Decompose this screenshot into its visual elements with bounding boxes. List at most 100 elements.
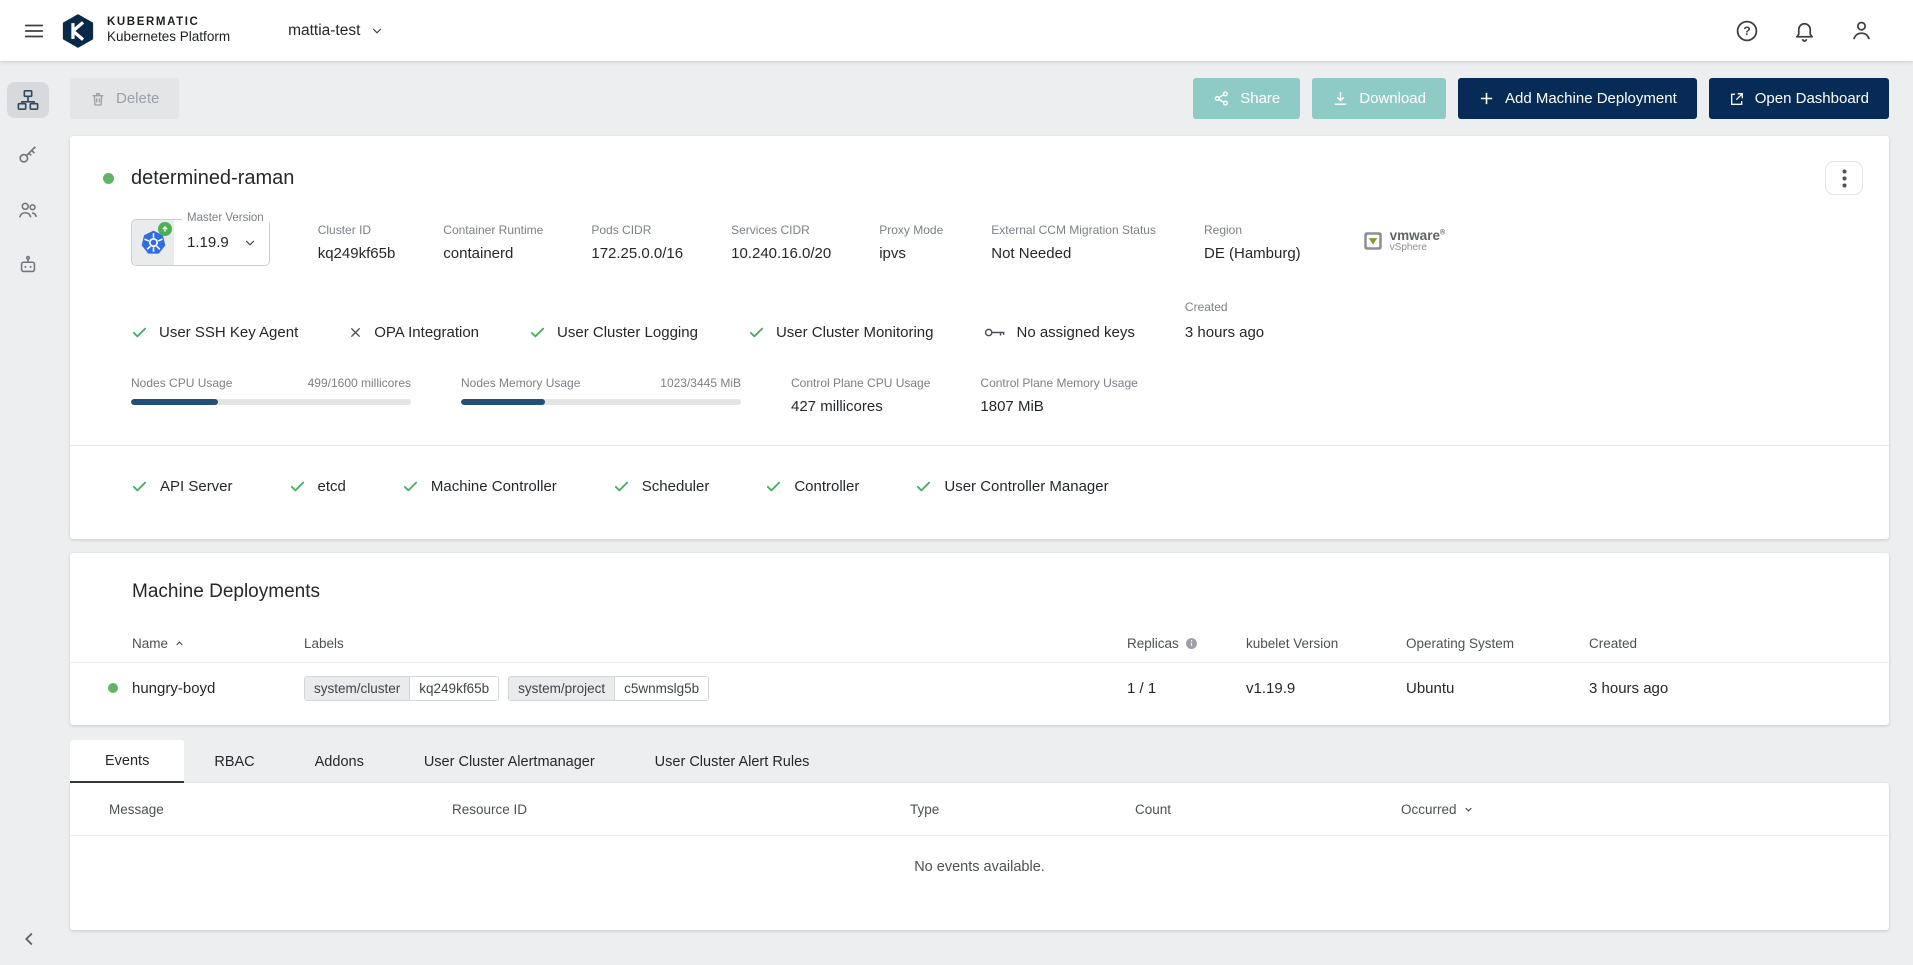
machine-deployments-title: Machine Deployments [132,581,1889,603]
progress-fill [131,399,218,405]
project-selector[interactable]: mattia-test [288,22,384,40]
brand-name: KUBERMATIC [107,16,230,30]
field-label: Container Runtime [443,223,543,237]
project-name: mattia-test [288,22,360,40]
sidebar-item-service-accounts[interactable] [7,247,49,283]
master-version-select[interactable]: Master Version 1.19.9 [131,219,270,266]
vsphere-icon [1363,231,1383,251]
machine-deployment-row[interactable]: hungry-boyd system/cluster kq249kf65b sy… [70,663,1889,713]
feature-user-ssh-key-agent: User SSH Key Agent [131,320,298,344]
kebab-menu-icon[interactable] [1825,161,1863,195]
md-os-cell: Ubuntu [1406,680,1589,697]
sidebar-item-ssh-keys[interactable] [7,137,49,173]
feature-label: User Cluster Monitoring [776,324,934,341]
usage-label: Control Plane Memory Usage [980,376,1137,390]
events-empty-message: No events available. [70,836,1889,905]
add-machine-deployment-button[interactable]: Add Machine Deployment [1458,78,1697,119]
field-external-ccm: External CCM Migration Status Not Needed [991,219,1156,262]
md-name-cell: hungry-boyd [70,680,304,697]
delete-button[interactable]: Delete [70,78,179,119]
label-chip: system/project c5wnmslg5b [508,676,709,701]
field-value: DE (Hamburg) [1204,245,1301,262]
feature-label: OPA Integration [374,324,479,341]
column-header-kubelet-version: kubelet Version [1246,636,1406,651]
members-icon [17,199,39,221]
field-label: Region [1204,223,1301,237]
column-header-resource-id: Resource ID [452,802,910,817]
cluster-features-row: User SSH Key Agent OPA Integration User … [131,300,1856,344]
column-header-occurred[interactable]: Occurred [1401,802,1889,817]
component-api-server: API Server [131,478,233,495]
field-value: 172.25.0.0/16 [591,245,683,262]
field-services-cidr: Services CIDR 10.240.16.0/20 [731,219,831,262]
usage-label: Nodes Memory Usage [461,376,580,390]
download-button[interactable]: Download [1312,78,1446,119]
usage-value: 1023/3445 MiB [660,376,741,390]
open-dashboard-label: Open Dashboard [1755,90,1869,107]
tab-rbac[interactable]: RBAC [184,740,284,783]
chevron-down-icon [370,24,384,38]
label-value: kq249kf65b [410,677,498,700]
column-label: Occurred [1401,802,1457,817]
feature-label: No assigned keys [1017,324,1135,341]
md-labels-cell: system/cluster kq249kf65b system/project… [304,676,1127,701]
component-scheduler: Scheduler [613,478,710,495]
feature-user-cluster-monitoring: User Cluster Monitoring [748,320,934,344]
cross-icon [348,325,363,340]
table-header-row: Name Labels Replicas kubelet Version Ope… [70,625,1889,663]
nodes-memory-usage: Nodes Memory Usage 1023/3445 MiB [461,376,741,405]
component-label: API Server [160,478,233,495]
help-icon[interactable]: ? [1735,19,1759,43]
tab-events[interactable]: Events [70,740,184,783]
field-proxy-mode: Proxy Mode ipvs [879,219,943,262]
chevron-down-icon [229,236,269,250]
field-label: Cluster ID [318,223,396,237]
component-user-controller-manager: User Controller Manager [915,478,1108,495]
tab-user-cluster-alertmanager[interactable]: User Cluster Alertmanager [394,740,625,783]
svg-text:?: ? [1743,24,1750,38]
field-value: ipvs [879,245,943,262]
column-header-operating-system: Operating System [1406,636,1589,651]
kubermatic-logo-mark [60,13,96,49]
column-header-name[interactable]: Name [70,636,304,651]
external-link-icon [1729,91,1745,107]
component-label: etcd [318,478,346,495]
column-header-replicas: Replicas [1127,636,1246,651]
machine-deployments-card: Machine Deployments Name Labels Replicas… [70,553,1889,725]
provider-name: vmware [1390,228,1440,243]
tab-addons[interactable]: Addons [285,740,394,783]
download-label: Download [1359,90,1426,107]
feature-label: User Cluster Logging [557,324,698,341]
component-label: Machine Controller [431,478,557,495]
check-icon [915,478,932,495]
field-cluster-id: Cluster ID kq249kf65b [318,219,396,262]
check-icon [402,478,419,495]
control-plane-cpu-usage: Control Plane CPU Usage 427 millicores [791,376,930,415]
field-value: Not Needed [991,245,1156,262]
info-icon[interactable] [1185,637,1198,650]
cluster-usage-row: Nodes CPU Usage 499/1600 millicores Node… [131,376,1856,415]
bell-icon[interactable] [1793,19,1816,42]
brand-subtitle: Kubernetes Platform [107,29,230,45]
component-controller: Controller [765,478,859,495]
upgrade-arrow-icon [158,222,172,236]
column-label: Operating System [1406,636,1514,651]
component-etcd: etcd [289,478,346,495]
usage-value: 499/1600 millicores [308,376,411,390]
user-icon[interactable] [1850,19,1873,42]
cluster-created: Created 3 hours ago [1185,300,1264,344]
feature-user-cluster-logging: User Cluster Logging [529,320,698,344]
check-icon [748,324,765,341]
sidebar-item-clusters[interactable] [7,82,49,118]
open-dashboard-button[interactable]: Open Dashboard [1709,78,1889,119]
tab-user-cluster-alert-rules[interactable]: User Cluster Alert Rules [625,740,840,783]
vsphere-text: vmware® vSphere [1390,229,1445,254]
menu-icon[interactable] [14,11,54,51]
kubermatic-logo[interactable]: KUBERMATIC Kubernetes Platform [60,13,230,49]
check-icon [131,478,148,495]
field-value: kq249kf65b [318,245,396,262]
events-header-row: Message Resource ID Type Count Occurred [70,783,1889,836]
share-button[interactable]: Share [1193,78,1300,119]
sidebar-item-members[interactable] [7,192,49,228]
collapse-sidebar-button[interactable] [14,923,46,955]
